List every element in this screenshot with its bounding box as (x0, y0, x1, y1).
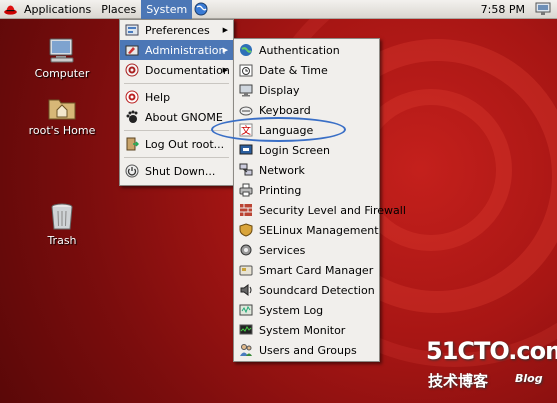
admin-item-printing[interactable]: Printing (234, 180, 379, 200)
redhat-logo-icon (4, 5, 17, 15)
services-icon (240, 244, 252, 256)
desktop-icon-trash[interactable]: Trash (17, 203, 107, 247)
admin-item-security-firewall[interactable]: Security Level and Firewall (234, 200, 406, 220)
menu-item-help[interactable]: Help (120, 87, 233, 107)
network-icon (239, 163, 253, 176)
web-browser-launcher-icon[interactable] (194, 2, 208, 16)
watermark-blog: Blog (515, 372, 543, 385)
firewall-icon (240, 204, 252, 216)
admin-item-display[interactable]: Display (234, 80, 379, 100)
admin-item-selinux[interactable]: SELinux Management (234, 220, 379, 240)
logout-icon (126, 137, 139, 151)
admin-item-services[interactable]: Services (234, 240, 379, 260)
shutdown-icon (125, 164, 139, 178)
home-folder-icon (48, 99, 76, 120)
svg-text:文: 文 (241, 124, 251, 137)
admin-item-users-groups[interactable]: Users and Groups (234, 340, 379, 360)
applications-menu[interactable]: Applications (19, 0, 96, 19)
desktop-icon-label: Trash (47, 234, 77, 247)
trash-icon (51, 203, 73, 230)
menu-item-logout[interactable]: Log Out root... (120, 134, 233, 154)
smartcard-icon (239, 265, 253, 276)
preferences-icon (125, 24, 139, 36)
menu-item-administration[interactable]: Administration ▶ (120, 40, 233, 60)
admin-item-system-monitor[interactable]: System Monitor (234, 320, 379, 340)
admin-item-smart-card[interactable]: Smart Card Manager (234, 260, 379, 280)
documentation-icon (125, 63, 139, 77)
system-dropdown-menu: Preferences ▶ Administration ▶ Documenta… (119, 19, 234, 186)
users-groups-icon (240, 344, 252, 356)
menu-separator (124, 130, 229, 131)
printer-icon (239, 183, 253, 197)
authentication-icon (240, 44, 252, 56)
soundcard-icon (240, 284, 252, 296)
menu-item-shutdown[interactable]: Shut Down... (120, 161, 233, 181)
menu-item-about-gnome[interactable]: About GNOME (120, 107, 233, 127)
admin-item-soundcard[interactable]: Soundcard Detection (234, 280, 379, 300)
network-status-icon[interactable] (535, 2, 551, 16)
submenu-arrow-icon: ▶ (222, 66, 228, 74)
desktop-icon-label: root's Home (28, 124, 96, 137)
submenu-arrow-icon: ▶ (222, 46, 228, 54)
panel-clock[interactable]: 7:58 PM (481, 0, 525, 19)
clock-icon (239, 64, 253, 77)
desktop-icon-label: Computer (34, 67, 90, 80)
menu-separator (124, 157, 229, 158)
login-screen-icon (239, 144, 253, 155)
admin-item-language[interactable]: 文 Language (234, 120, 379, 140)
places-menu[interactable]: Places (96, 0, 141, 19)
menu-separator (124, 83, 229, 84)
selinux-icon (239, 223, 253, 237)
watermark-brand: 51CTO.com (426, 337, 557, 365)
system-menu[interactable]: System (141, 0, 193, 19)
admin-item-keyboard[interactable]: Keyboard (234, 100, 379, 120)
desktop-icon-computer[interactable]: Computer (17, 38, 107, 80)
language-icon: 文 (239, 123, 253, 137)
admin-item-authentication[interactable]: Authentication (234, 40, 379, 60)
help-icon (125, 90, 139, 104)
admin-item-date-time[interactable]: Date & Time (234, 60, 379, 80)
watermark-chinese: 技术博客 (428, 372, 489, 390)
administration-submenu: Authentication Date & Time Display Keybo… (233, 38, 406, 362)
submenu-arrow-icon: ▶ (222, 26, 228, 34)
admin-item-system-log[interactable]: System Log (234, 300, 379, 320)
computer-icon (49, 38, 74, 63)
system-monitor-icon (239, 324, 253, 335)
display-icon (239, 84, 253, 97)
keyboard-icon (239, 106, 253, 116)
administration-icon (125, 45, 139, 56)
menu-item-preferences[interactable]: Preferences ▶ (120, 20, 233, 40)
top-panel: Applications Places System 7:58 PM (0, 0, 557, 19)
system-log-icon (239, 304, 253, 316)
admin-item-login-screen[interactable]: Login Screen (234, 140, 379, 160)
admin-item-network[interactable]: Network (234, 160, 379, 180)
menu-item-documentation[interactable]: Documentation ▶ (120, 60, 233, 80)
gnome-foot-icon (126, 110, 138, 123)
desktop-icon-home[interactable]: root's Home (17, 93, 107, 137)
